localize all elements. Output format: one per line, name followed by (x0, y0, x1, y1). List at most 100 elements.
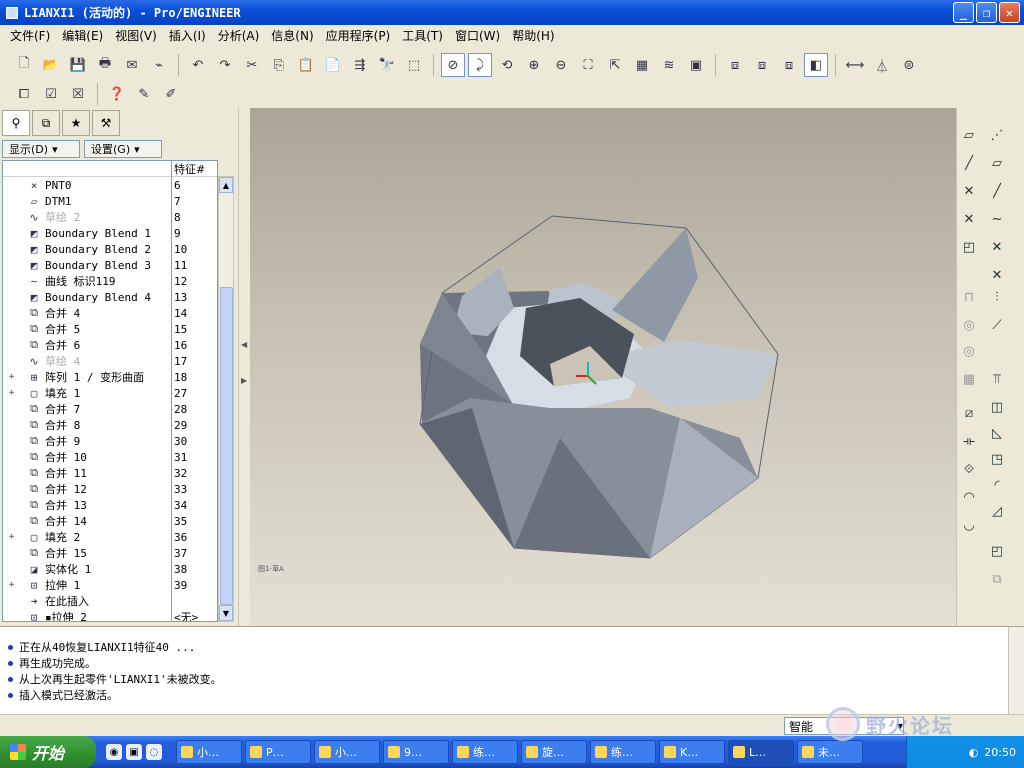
undo-icon[interactable]: ↶ (186, 53, 210, 77)
menu-view[interactable]: 视图(V) (109, 27, 163, 44)
quicklaunch-icon[interactable]: ▣ (126, 744, 142, 760)
menu-window[interactable]: 窗口(W) (449, 27, 506, 44)
send-icon[interactable]: ✉ (120, 53, 144, 77)
datum-plane-tool-icon[interactable]: ▱ (957, 124, 981, 146)
datum-planes-icon[interactable]: ⟷ (843, 53, 867, 77)
extrude-tool-icon[interactable]: ⫪ (985, 368, 1009, 390)
open-icon[interactable]: 📂 (39, 53, 63, 77)
tree-item[interactable]: ⧉ 合并 5 (3, 321, 171, 337)
new-icon[interactable]: 🗋 (12, 53, 36, 77)
tree-item[interactable]: ∼ 曲线 标识119 (3, 273, 171, 289)
task-button[interactable]: 9… (383, 740, 449, 764)
feature-edit-icon[interactable]: ✎ (132, 82, 156, 106)
tree-item[interactable]: ⧉ 合并 8 (3, 417, 171, 433)
scroll-thumb[interactable] (220, 287, 233, 605)
no-hidden-icon[interactable]: ⧈ (777, 53, 801, 77)
datum-axes-icon[interactable]: ⏃ (870, 53, 894, 77)
tree-item[interactable]: ⧉ 合并 10 (3, 449, 171, 465)
tray-icon[interactable]: ◐ (969, 746, 979, 759)
settings-dropdown[interactable]: 设置(G) ▾ (84, 140, 162, 158)
view-manager-icon[interactable]: ▦ (630, 53, 654, 77)
zoom-in-icon[interactable]: ⊕ (522, 53, 546, 77)
maximize-button[interactable]: ❐ (976, 2, 997, 23)
tree-item[interactable]: ▱ DTM1 (3, 193, 171, 209)
wireframe-icon[interactable]: ⧈ (723, 53, 747, 77)
tree-scrollbar[interactable]: ▲ ▼ (218, 176, 234, 622)
task-button[interactable]: K… (659, 740, 725, 764)
quicklaunch-icon[interactable]: ◉ (106, 744, 122, 760)
graphics-viewport[interactable]: 图1-草A (250, 108, 956, 626)
round-tool-icon[interactable]: ◳ (985, 448, 1009, 470)
menu-info[interactable]: 信息(N) (265, 27, 319, 44)
menu-applications[interactable]: 应用程序(P) (320, 27, 397, 44)
model-tree-tab[interactable]: ⚲ (2, 110, 30, 136)
plane-tool-icon[interactable]: ▱ (985, 152, 1009, 174)
tree-item[interactable]: ⧉ 合并 13 (3, 497, 171, 513)
regenerate-icon[interactable]: ⇶ (348, 53, 372, 77)
menu-tools[interactable]: 工具(T) (396, 27, 449, 44)
expand-icon[interactable]: + (9, 532, 19, 542)
tree-item[interactable]: + ⊞ 阵列 1 / 变形曲面 (3, 369, 171, 385)
shading-icon[interactable]: ◧ (804, 53, 828, 77)
tree-item[interactable]: ◩ Boundary Blend 1 (3, 225, 171, 241)
title-bar[interactable]: LIANXI1 (活动的) - Pro/ENGINEER _ ❐ ✕ (0, 0, 1024, 25)
pattern-tool-icon[interactable]: ▦ (957, 368, 981, 390)
tree-item[interactable]: ◪ 实体化 1 (3, 561, 171, 577)
tree-item[interactable]: ⧉ 合并 7 (3, 401, 171, 417)
window-icon[interactable]: ⧠ (12, 82, 36, 106)
merge-tool-icon[interactable]: ⟐ (957, 458, 981, 480)
reorient-icon[interactable]: ⇱ (603, 53, 627, 77)
curve-tool-icon[interactable]: ∼ (985, 208, 1009, 230)
close-window-icon[interactable]: ☒ (66, 82, 90, 106)
draft-tool-icon[interactable]: ◎ (957, 340, 981, 362)
trim-tool-icon[interactable]: ◠ (957, 486, 981, 508)
tree-item[interactable]: + ⊡ 拉伸 1 (3, 577, 171, 593)
tree-item[interactable]: ∿ 草绘 2 (3, 209, 171, 225)
panel-splitter[interactable]: ◀ ▶ (238, 108, 250, 626)
scroll-down-icon[interactable]: ▼ (219, 605, 233, 621)
show-dropdown[interactable]: 显示(D) ▾ (2, 140, 80, 158)
chamfer-tool-icon[interactable]: ◜ (985, 474, 1009, 496)
refit-icon[interactable]: ⛶ (576, 53, 600, 77)
task-button[interactable]: 小… (314, 740, 380, 764)
activate-icon[interactable]: ☑ (39, 82, 63, 106)
zoom-out-icon[interactable]: ⊖ (549, 53, 573, 77)
offset-tool-icon[interactable]: ◿ (985, 500, 1009, 522)
offset-point-icon[interactable]: ✕ (985, 264, 1009, 286)
quicklaunch-icon[interactable]: ◌ (146, 744, 162, 760)
task-button[interactable]: P… (245, 740, 311, 764)
tree-item[interactable]: ⧉ 合并 14 (3, 513, 171, 529)
datum-axis-tool-icon[interactable]: ╱ (957, 152, 981, 174)
tree-item[interactable]: + ▢ 填充 2 (3, 529, 171, 545)
display-datum-icon[interactable]: ⊘ (441, 53, 465, 77)
hidden-line-icon[interactable]: ⧈ (750, 53, 774, 77)
menu-help[interactable]: 帮助(H) (506, 27, 560, 44)
point-array-icon[interactable]: ✕ (985, 236, 1009, 258)
tree-item[interactable]: ◩ Boundary Blend 2 (3, 241, 171, 257)
sweep-tool-icon[interactable]: ◫ (985, 396, 1009, 418)
model-display-icon[interactable]: ▣ (684, 53, 708, 77)
select-box-icon[interactable]: ⬚ (402, 53, 426, 77)
collapse-left-icon[interactable]: ◀ (241, 340, 247, 349)
tree-item[interactable]: + ▢ 填充 1 (3, 385, 171, 401)
tree-item[interactable]: × PNT0 (3, 177, 171, 193)
print-icon[interactable]: 🖶 (93, 53, 117, 77)
mail-icon[interactable]: ⌁ (147, 53, 171, 77)
menu-file[interactable]: 文件(F) (4, 27, 56, 44)
tree-item[interactable]: ⧉ 合并 15 (3, 545, 171, 561)
datum-display-icon[interactable]: ⋰ (985, 124, 1009, 146)
cut-icon[interactable]: ✂ (240, 53, 264, 77)
dimension-tool-icon[interactable]: ⫶ (985, 286, 1009, 308)
tree-item[interactable]: ⧉ 合并 9 (3, 433, 171, 449)
expand-icon[interactable]: + (9, 372, 19, 382)
solidify-tool-icon[interactable]: ◰ (985, 540, 1009, 562)
start-button[interactable]: 开始 (0, 736, 96, 768)
menu-insert[interactable]: 插入(I) (163, 27, 212, 44)
paste-special-icon[interactable]: 📄 (321, 53, 345, 77)
task-button[interactable]: 未… (797, 740, 863, 764)
tree-item[interactable]: ◩ Boundary Blend 3 (3, 257, 171, 273)
orient-icon[interactable]: ⟲ (495, 53, 519, 77)
expand-icon[interactable]: + (9, 580, 19, 590)
csys-tool-icon[interactable]: ✕ (957, 208, 981, 230)
task-button[interactable]: L… (728, 740, 794, 764)
